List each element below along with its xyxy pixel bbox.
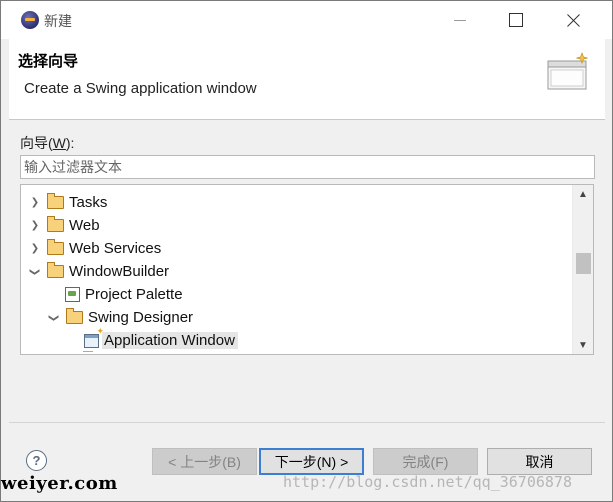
close-icon (567, 13, 581, 27)
watermark-csdn: http://blog.csdn.net/qq_36706878 (283, 473, 572, 491)
minimize-icon (454, 19, 466, 21)
maximize-button[interactable] (487, 1, 545, 39)
palette-icon (65, 287, 80, 302)
wizard-page-description: Create a Swing application window (24, 80, 257, 97)
tree-scrollbar[interactable]: ▲ ▼ (572, 185, 593, 354)
chevron-right-icon[interactable]: ❯ (29, 220, 41, 232)
chevron-down-icon[interactable]: ❯ (29, 266, 41, 278)
help-icon[interactable]: ? (26, 450, 47, 471)
tree-item-swing-designer[interactable]: ❯ Swing Designer (48, 306, 193, 329)
folder-icon (47, 239, 64, 255)
folder-open-icon (66, 308, 83, 324)
tree-item-web-services[interactable]: ❯ Web Services (29, 237, 161, 260)
wizard-header: 选择向导 Create a Swing application window (9, 39, 605, 120)
title-bar[interactable]: 新建 (1, 1, 612, 39)
tree-item-partial (83, 351, 93, 354)
folder-open-icon (47, 262, 64, 278)
wizard-tree[interactable]: ❯ Tasks ❯ Web ❯ Web Services ❯ WindowBui… (20, 184, 594, 355)
next-button[interactable]: 下一步(N) > (259, 448, 364, 475)
scroll-up-arrow-icon[interactable]: ▲ (573, 185, 593, 203)
cancel-button[interactable]: 取消 (487, 448, 592, 475)
filter-input[interactable] (20, 155, 595, 179)
eclipse-app-icon (21, 11, 39, 29)
window-title: 新建 (44, 13, 72, 29)
folder-icon (47, 216, 64, 232)
minimize-button[interactable] (431, 1, 489, 39)
application-window-icon (84, 326, 104, 348)
back-button[interactable]: < 上一步(B) (152, 448, 257, 475)
folder-icon (47, 193, 64, 209)
chevron-right-icon[interactable]: ❯ (29, 243, 41, 255)
close-button[interactable] (545, 1, 603, 39)
tree-item-web[interactable]: ❯ Web (29, 214, 100, 237)
chevron-right-icon[interactable]: ❯ (29, 197, 41, 209)
wizard-page-title: 选择向导 (18, 53, 79, 70)
maximize-icon (509, 13, 523, 27)
wizard-list-label: 向导(W): (20, 135, 75, 151)
scroll-down-arrow-icon[interactable]: ▼ (573, 336, 593, 354)
chevron-down-icon[interactable]: ❯ (48, 312, 60, 324)
new-wizard-dialog: 新建 选择向导 Create a Swing application windo… (0, 0, 613, 502)
new-wizard-banner-icon (547, 52, 588, 90)
tree-item-tasks[interactable]: ❯ Tasks (29, 191, 107, 214)
scrollbar-thumb[interactable] (576, 253, 591, 274)
watermark-weiyer: weiyer.com (1, 473, 118, 494)
finish-button[interactable]: 完成(F) (373, 448, 478, 475)
tree-item-windowbuilder[interactable]: ❯ WindowBuilder (29, 260, 169, 283)
wizard-body: 向导(W): ❯ Tasks ❯ Web ❯ Web Services (9, 120, 605, 421)
tree-item-project-palette[interactable]: Project Palette (59, 283, 183, 306)
tree-item-application-window[interactable]: Application Window (78, 326, 238, 352)
